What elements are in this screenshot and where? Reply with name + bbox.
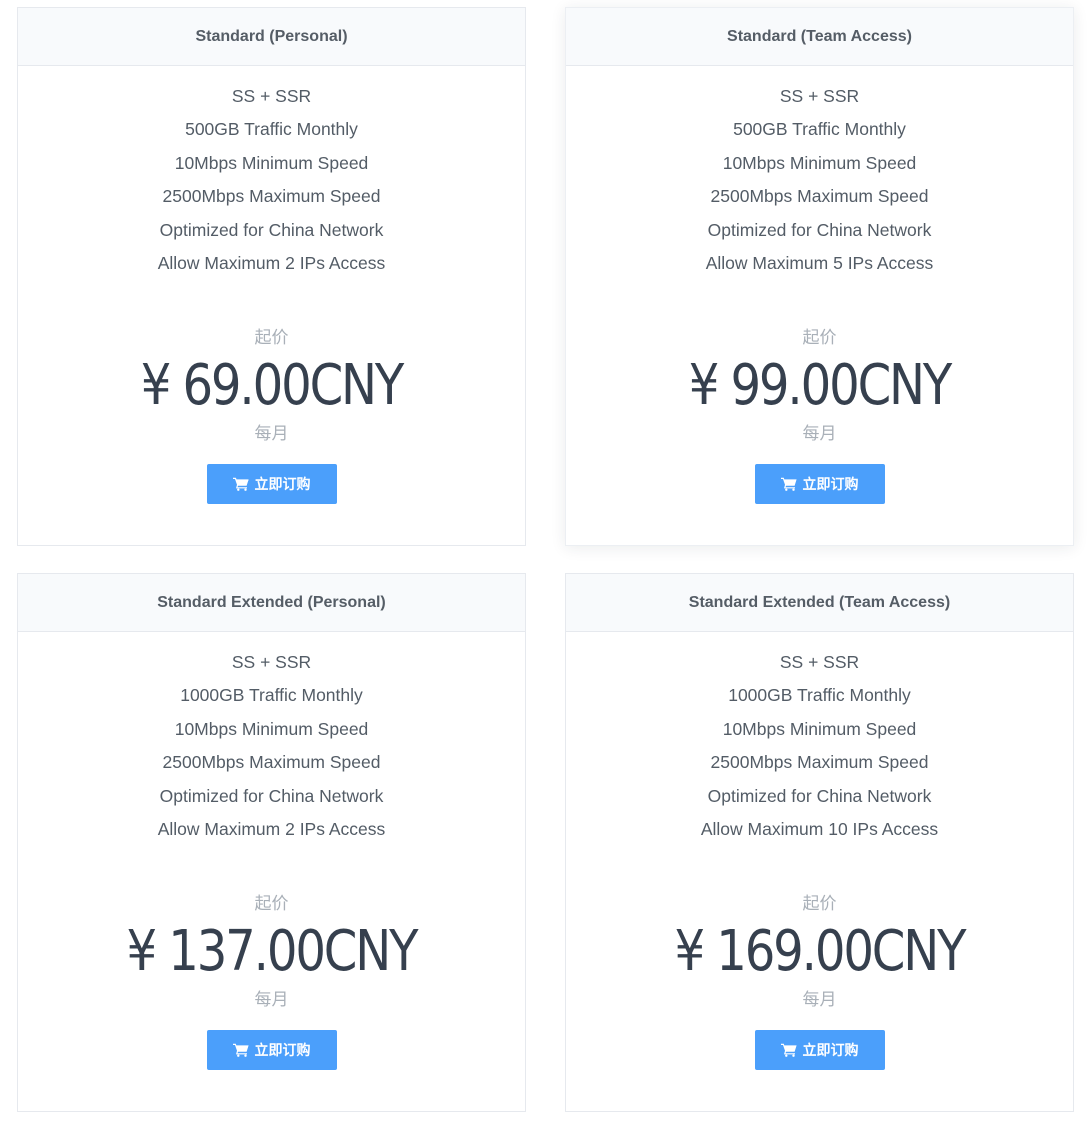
feature-item: 2500Mbps Maximum Speed bbox=[710, 752, 929, 773]
starting-price-label: 起价 bbox=[802, 328, 837, 347]
starting-price-label: 起价 bbox=[802, 894, 837, 913]
price-block: 起价 ¥ 169.00CNY 每月 立即订购 bbox=[566, 892, 1073, 1070]
feature-list: SS + SSR 1000GB Traffic Monthly 10Mbps M… bbox=[18, 632, 525, 846]
price-block: 起价 ¥ 69.00CNY 每月 立即订购 bbox=[18, 326, 525, 504]
feature-item: Allow Maximum 5 IPs Access bbox=[705, 253, 934, 274]
billing-period: 每月 bbox=[802, 990, 837, 1009]
feature-item: 2500Mbps Maximum Speed bbox=[162, 752, 381, 773]
price-value: ¥ 69.00CNY bbox=[140, 353, 405, 418]
shopping-cart-icon bbox=[232, 1043, 249, 1057]
feature-item: 500GB Traffic Monthly bbox=[185, 119, 358, 140]
feature-item: 2500Mbps Maximum Speed bbox=[710, 186, 929, 207]
feature-item: SS + SSR bbox=[231, 86, 312, 106]
order-button-label: 立即订购 bbox=[802, 476, 859, 492]
price-value: ¥ 99.00CNY bbox=[688, 353, 953, 418]
plan-card-standard-personal: Standard (Personal) SS + SSR 500GB Traff… bbox=[17, 7, 526, 546]
plan-card-extended-personal: Standard Extended (Personal) SS + SSR 10… bbox=[17, 573, 526, 1112]
feature-item: 500GB Traffic Monthly bbox=[733, 119, 906, 140]
billing-period: 每月 bbox=[254, 990, 289, 1009]
billing-period: 每月 bbox=[802, 424, 837, 443]
order-now-button[interactable]: 立即订购 bbox=[754, 1030, 885, 1070]
price-value: ¥ 169.00CNY bbox=[674, 919, 967, 984]
order-button-label: 立即订购 bbox=[254, 1042, 311, 1058]
starting-price-label: 起价 bbox=[254, 894, 289, 913]
plan-title: Standard Extended (Personal) bbox=[18, 574, 525, 632]
feature-item: SS + SSR bbox=[779, 652, 860, 672]
feature-item: 2500Mbps Maximum Speed bbox=[162, 186, 381, 207]
feature-item: Allow Maximum 2 IPs Access bbox=[157, 819, 386, 840]
feature-item: 10Mbps Minimum Speed bbox=[174, 718, 369, 739]
order-now-button[interactable]: 立即订购 bbox=[206, 1030, 337, 1070]
price-block: 起价 ¥ 99.00CNY 每月 立即订购 bbox=[566, 326, 1073, 504]
feature-item: 10Mbps Minimum Speed bbox=[722, 152, 917, 173]
feature-item: Optimized for China Network bbox=[707, 785, 932, 806]
feature-item: SS + SSR bbox=[231, 652, 312, 672]
order-now-button[interactable]: 立即订购 bbox=[754, 464, 885, 504]
feature-list: SS + SSR 500GB Traffic Monthly 10Mbps Mi… bbox=[566, 66, 1073, 280]
feature-item: 10Mbps Minimum Speed bbox=[174, 152, 369, 173]
order-now-button[interactable]: 立即订购 bbox=[206, 464, 337, 504]
starting-price-label: 起价 bbox=[254, 328, 289, 347]
feature-item: 10Mbps Minimum Speed bbox=[722, 718, 917, 739]
plan-title: Standard (Personal) bbox=[18, 8, 525, 66]
feature-item: SS + SSR bbox=[779, 86, 860, 106]
shopping-cart-icon bbox=[780, 1043, 797, 1057]
feature-item: 1000GB Traffic Monthly bbox=[728, 685, 911, 706]
feature-item: Optimized for China Network bbox=[159, 785, 384, 806]
price-block: 起价 ¥ 137.00CNY 每月 立即订购 bbox=[18, 892, 525, 1070]
feature-item: Optimized for China Network bbox=[159, 219, 384, 240]
plan-card-standard-team: Standard (Team Access) SS + SSR 500GB Tr… bbox=[565, 7, 1074, 546]
feature-item: Allow Maximum 10 IPs Access bbox=[700, 819, 939, 840]
feature-item: Optimized for China Network bbox=[707, 219, 932, 240]
plan-title: Standard Extended (Team Access) bbox=[566, 574, 1073, 632]
feature-list: SS + SSR 500GB Traffic Monthly 10Mbps Mi… bbox=[18, 66, 525, 280]
plan-title: Standard (Team Access) bbox=[566, 8, 1073, 66]
shopping-cart-icon bbox=[232, 477, 249, 491]
billing-period: 每月 bbox=[254, 424, 289, 443]
feature-item: Allow Maximum 2 IPs Access bbox=[157, 253, 386, 274]
price-value: ¥ 137.00CNY bbox=[126, 919, 419, 984]
order-button-label: 立即订购 bbox=[802, 1042, 859, 1058]
shopping-cart-icon bbox=[780, 477, 797, 491]
plan-card-extended-team: Standard Extended (Team Access) SS + SSR… bbox=[565, 573, 1074, 1112]
feature-item: 1000GB Traffic Monthly bbox=[180, 685, 363, 706]
feature-list: SS + SSR 1000GB Traffic Monthly 10Mbps M… bbox=[566, 632, 1073, 846]
order-button-label: 立即订购 bbox=[254, 476, 311, 492]
